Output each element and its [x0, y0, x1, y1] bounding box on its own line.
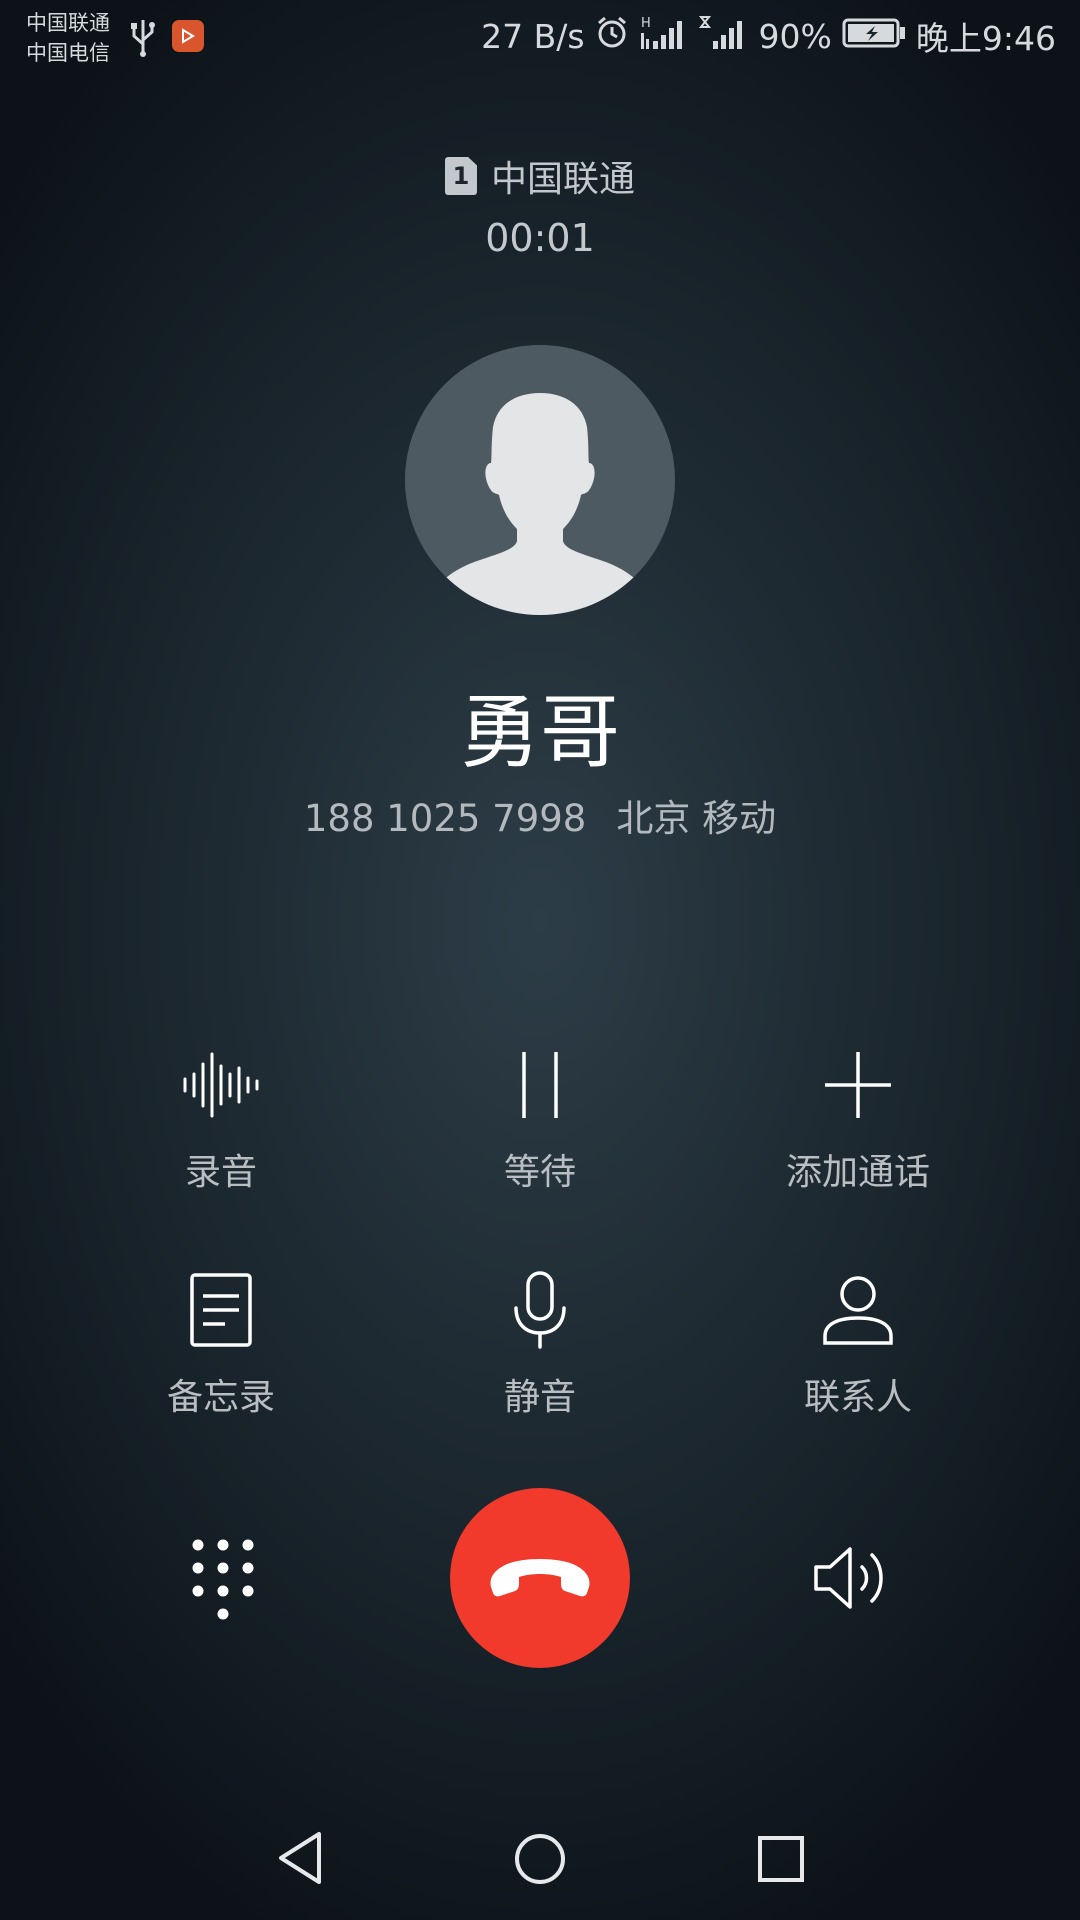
microphone-icon — [514, 1271, 566, 1349]
usb-icon — [130, 18, 156, 62]
person-silhouette-icon — [433, 393, 647, 615]
status-right: 27 B/s H 90% 晚上9:46 — [481, 14, 1056, 58]
dialpad-icon — [192, 1539, 254, 1620]
plus-icon — [825, 1052, 891, 1118]
record-button[interactable]: 录音 — [91, 1045, 351, 1195]
carrier-2: 中国电信 — [26, 41, 110, 65]
alarm-icon — [595, 15, 629, 57]
phone-location: 北京 移动 — [616, 797, 777, 840]
speaker-button[interactable] — [812, 1543, 892, 1617]
mute-label: 静音 — [503, 1377, 576, 1418]
signal-1-tag: H — [641, 16, 651, 31]
record-label: 录音 — [184, 1152, 257, 1193]
battery-percent: 90% — [758, 16, 832, 56]
battery-icon — [842, 17, 906, 56]
pause-icon — [522, 1052, 558, 1118]
signal-2-icon — [698, 13, 749, 59]
sim-card-icon: 1 — [444, 157, 477, 195]
phone-number: 188 1025 7998 — [303, 797, 587, 840]
home-icon[interactable] — [513, 1832, 567, 1890]
contacts-label: 联系人 — [803, 1377, 912, 1418]
sim-carrier: 中国联通 — [490, 159, 635, 200]
add-call-label: 添加通话 — [785, 1152, 930, 1193]
dialpad-button[interactable] — [188, 1535, 258, 1625]
sim-info: 1 中国联通 — [0, 150, 1080, 202]
mute-button[interactable]: 静音 — [410, 1270, 670, 1420]
video-app-icon — [172, 20, 204, 52]
end-call-button[interactable] — [450, 1488, 630, 1668]
back-icon[interactable] — [275, 1830, 325, 1890]
navigation-bar — [0, 1820, 1080, 1900]
carrier-info: 中国联通 中国电信 — [26, 8, 110, 68]
contact-avatar — [405, 345, 675, 615]
contacts-button[interactable]: 联系人 — [728, 1270, 988, 1420]
waveform-icon — [183, 1052, 259, 1118]
contact-name: 勇哥 — [460, 686, 620, 779]
signal-1-icon: H — [639, 13, 689, 59]
person-icon — [823, 1276, 893, 1345]
add-call-button[interactable]: 添加通话 — [728, 1045, 988, 1195]
speaker-icon — [814, 1547, 883, 1609]
notes-icon — [190, 1273, 252, 1347]
hang-up-phone-icon — [490, 1559, 590, 1597]
contact-details: 188 1025 7998 北京 移动 — [0, 788, 1080, 842]
carrier-1: 中国联通 — [26, 11, 110, 35]
clock-time: 晚上9:46 — [915, 19, 1056, 58]
notes-button[interactable]: 备忘录 — [91, 1270, 351, 1420]
hold-button[interactable]: 等待 — [410, 1045, 670, 1195]
status-bar: 中国联通 中国电信 27 B/s H 90% 晚上9:46 — [0, 0, 1080, 78]
net-speed: 27 B/s — [481, 16, 585, 56]
notes-label: 备忘录 — [166, 1377, 275, 1418]
recent-apps-icon[interactable] — [757, 1835, 805, 1887]
call-duration: 00:01 — [485, 216, 595, 260]
hold-label: 等待 — [503, 1152, 576, 1193]
